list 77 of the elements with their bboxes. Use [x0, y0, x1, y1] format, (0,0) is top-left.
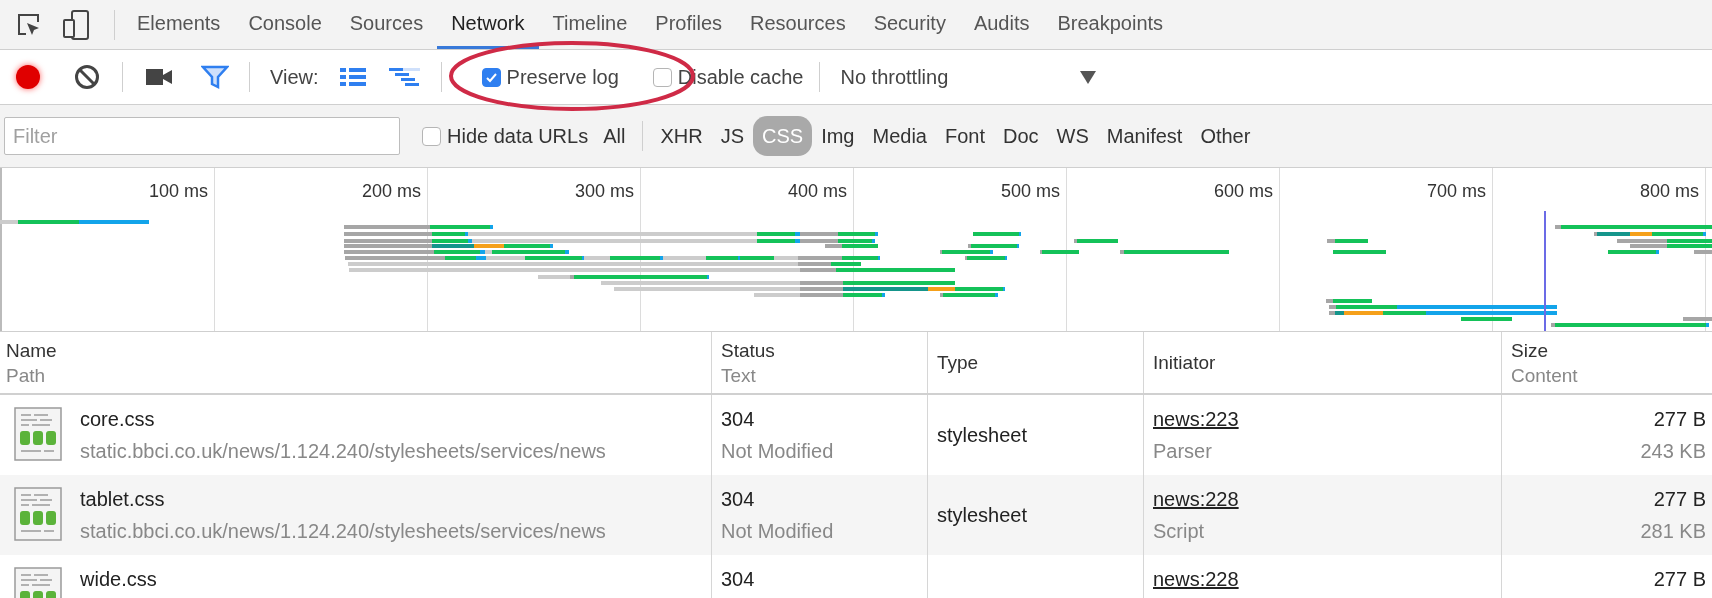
- list-view-icon[interactable]: [338, 66, 367, 88]
- panel-tab[interactable]: Breakpoints: [1043, 0, 1178, 49]
- type-cell-text: stylesheet: [937, 423, 1028, 448]
- column-header[interactable]: Type: [937, 350, 1137, 375]
- initiator-type: Parser: [1153, 439, 1213, 463]
- checkbox-label[interactable]: Preserve log: [506, 62, 619, 92]
- column-header[interactable]: Status: [721, 337, 921, 363]
- panel-tab[interactable]: Network: [437, 0, 539, 49]
- type-filter-button[interactable]: WS: [1047, 116, 1098, 156]
- throttling-dropdown[interactable]: No throttling: [820, 62, 1101, 92]
- file-name: wide.css: [80, 567, 157, 591]
- column-header[interactable]: Name: [6, 337, 705, 363]
- time-tick-label: 500 ms: [1000, 180, 1060, 203]
- type-filter-button[interactable]: Img: [812, 116, 864, 156]
- time-tick-label: 400 ms: [787, 180, 847, 203]
- type-filter-button[interactable]: Media: [863, 116, 936, 156]
- status-code: 304: [721, 487, 756, 511]
- column-header[interactable]: Size: [1511, 337, 1706, 363]
- time-tick-label: 200 ms: [361, 180, 421, 203]
- column-subheader: Path: [6, 363, 47, 388]
- inspect-icon[interactable]: [16, 11, 42, 38]
- time-tick-label: 800 ms: [1639, 180, 1699, 203]
- panel-tab[interactable]: Sources: [335, 0, 438, 49]
- type-filter-button[interactable]: Other: [1191, 116, 1260, 156]
- panel-tab[interactable]: Profiles: [641, 0, 737, 49]
- time-tick-label: 100 ms: [148, 180, 208, 203]
- panel-tab[interactable]: Audits: [959, 0, 1044, 49]
- caret-icon: [1080, 70, 1097, 84]
- clear-icon[interactable]: [74, 64, 100, 90]
- type-filter-button[interactable]: Manifest: [1097, 116, 1192, 156]
- column-header[interactable]: Initiator: [1153, 350, 1495, 375]
- file-name: core.css: [80, 407, 156, 431]
- type-filter-button[interactable]: XHR: [651, 116, 712, 156]
- transfer-size: 277 B: [1653, 407, 1706, 431]
- css-file-icon: [14, 487, 62, 541]
- filter-field[interactable]: Filter: [4, 117, 400, 155]
- status-code: 304: [721, 407, 756, 431]
- waterfall-view-icon[interactable]: [388, 66, 421, 88]
- checkbox[interactable]: [422, 126, 441, 146]
- initiator-link[interactable]: news:228: [1153, 487, 1501, 511]
- type-filter-button[interactable]: All: [594, 116, 635, 156]
- checkbox[interactable]: [481, 67, 501, 87]
- checkbox[interactable]: [652, 67, 672, 87]
- column-subheader: Text: [721, 363, 757, 388]
- panel-tab[interactable]: Resources: [736, 0, 860, 49]
- status-code: 304: [721, 567, 756, 591]
- panel-tab[interactable]: Elements: [123, 0, 235, 49]
- initiator-type: Script: [1153, 519, 1206, 543]
- view-label: View:: [270, 65, 319, 90]
- file-path: static.bbci.co.uk/news/1.124.240/stylesheets/services/news: [80, 439, 606, 463]
- checkbox-label[interactable]: Hide data URLs: [447, 121, 589, 151]
- device-icon[interactable]: [62, 9, 90, 40]
- transfer-size: 277 B: [1653, 567, 1706, 591]
- record-button[interactable]: [16, 65, 40, 89]
- type-filter-button[interactable]: Doc: [994, 116, 1048, 156]
- css-file-icon: [14, 407, 62, 461]
- content-size: 281 KB: [1640, 519, 1706, 543]
- status-text: Not Modified: [721, 519, 835, 543]
- initiator-link[interactable]: news:228: [1153, 567, 1501, 591]
- panel-tab[interactable]: Timeline: [538, 0, 642, 49]
- column-subheader: Content: [1511, 363, 1579, 388]
- status-text: Not Modified: [721, 439, 835, 463]
- content-size: 243 KB: [1640, 439, 1706, 463]
- panel-tab[interactable]: Console: [234, 0, 336, 49]
- transfer-size: 277 B: [1653, 487, 1706, 511]
- video-camera-icon[interactable]: [145, 67, 173, 87]
- initiator-link[interactable]: news:223: [1153, 407, 1501, 431]
- time-tick-label: 600 ms: [1213, 180, 1273, 203]
- type-filter-button[interactable]: JS: [711, 116, 753, 156]
- type-filter-button[interactable]: Font: [935, 116, 994, 156]
- time-tick-label: 300 ms: [574, 180, 634, 203]
- file-path: static.bbci.co.uk/news/1.124.240/stylesheets/services/news: [80, 519, 606, 543]
- time-tick-label: 700 ms: [1426, 180, 1486, 203]
- type-cell-text: stylesheet: [937, 503, 1028, 528]
- file-name: tablet.css: [80, 487, 166, 511]
- panel-tab[interactable]: Security: [859, 0, 960, 49]
- filter-icon[interactable]: [201, 64, 229, 90]
